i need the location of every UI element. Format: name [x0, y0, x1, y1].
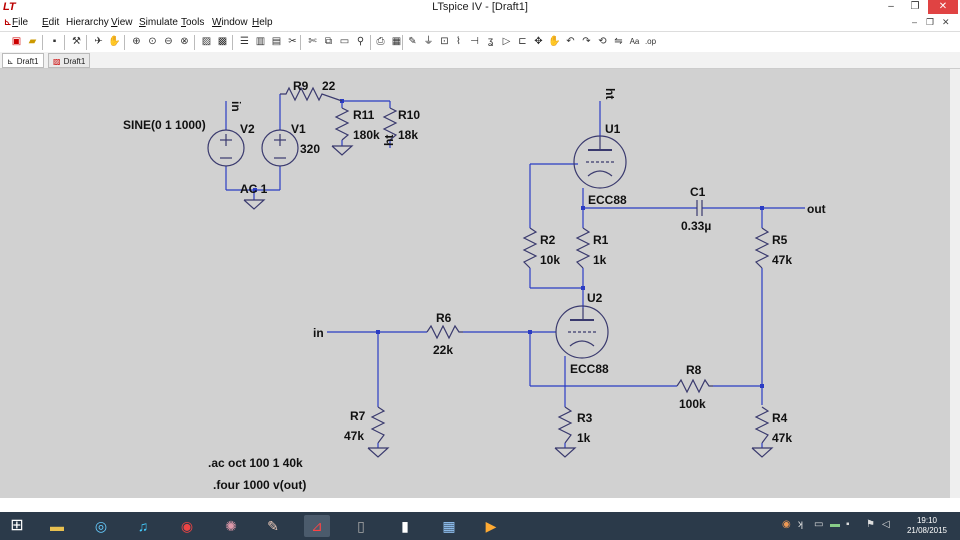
r2-label: R2 [540, 233, 556, 247]
tray-app-icon[interactable]: ◉ [782, 519, 791, 530]
junctions [253, 99, 764, 388]
video-player-icon[interactable]: ▶ [478, 515, 504, 537]
r1-value: 1k [593, 253, 607, 267]
r11-label: R11 [353, 108, 375, 122]
r2-value: 10k [540, 253, 560, 267]
r11-value: 180k [353, 128, 380, 142]
spice-directive-four[interactable]: .four 1000 v(out) [213, 478, 306, 492]
r9-value: 22 [322, 79, 336, 93]
v1-value: 320 [300, 142, 320, 156]
status-bar [0, 498, 960, 512]
schematic-drawing: in SINE(0 1 1000) V2 V1 320 AC 1 R9 22 R… [123, 79, 826, 492]
u1-label: U1 [605, 122, 621, 136]
r3-label: R3 [577, 411, 593, 425]
r5-value: 47k [772, 253, 792, 267]
network-app-icon[interactable]: ◎ [88, 515, 114, 537]
tray-volume-icon[interactable]: ◁ [882, 519, 890, 530]
r1-label: R1 [593, 233, 609, 247]
net-label-in-top: in [229, 101, 243, 112]
clock-time: 19:10 [916, 516, 938, 525]
taskbar-clock[interactable]: 19:10 21/08/2015 [904, 516, 950, 536]
notepad-icon[interactable]: ▮ [392, 515, 418, 537]
sine-source-value: SINE(0 1 1000) [123, 118, 206, 132]
r9-label: R9 [293, 79, 309, 93]
ac-analysis-value: AC 1 [240, 182, 268, 196]
tray-bluetooth-icon[interactable]: ʞ [798, 519, 803, 530]
labels: in SINE(0 1 1000) V2 V1 320 AC 1 R9 22 R… [123, 79, 826, 492]
r3-value: 1k [577, 431, 591, 445]
r6-label: R6 [436, 311, 452, 325]
start-button-windows-icon[interactable]: ⊞ [4, 515, 30, 537]
clock-date: 21/08/2015 [906, 526, 948, 535]
ltspice-taskbar-icon[interactable]: ⊿ [304, 515, 330, 537]
r4-label: R4 [772, 411, 788, 425]
calculator-icon[interactable]: ▦ [436, 515, 462, 537]
u1-model: ECC88 [588, 193, 627, 207]
file-explorer-icon[interactable]: ▬ [44, 515, 70, 537]
tray-message-icon[interactable]: ▪ [846, 519, 850, 530]
c1-value: 0.33µ [681, 219, 711, 233]
paint-icon[interactable]: ✎ [260, 515, 286, 537]
itunes-icon[interactable]: ♫ [130, 515, 156, 537]
r10-label: R10 [398, 108, 420, 122]
r6-value: 22k [433, 343, 453, 357]
r7-label: R7 [350, 409, 366, 423]
u2-triode-symbol [555, 305, 609, 359]
tray-battery-icon[interactable]: ▬ [830, 519, 840, 530]
u2-label: U2 [587, 291, 603, 305]
schematic-canvas[interactable]: in SINE(0 1 1000) V2 V1 320 AC 1 R9 22 R… [0, 69, 960, 498]
net-label-out: out [807, 202, 826, 216]
v1-label: V1 [291, 122, 306, 136]
document-app-icon[interactable]: ▯ [348, 515, 374, 537]
u2-model: ECC88 [570, 362, 609, 376]
media-app-icon[interactable]: ✺ [218, 515, 244, 537]
net-label-ht-top: ht [603, 88, 617, 99]
r8-value: 100k [679, 397, 706, 411]
r4-value: 47k [772, 431, 792, 445]
r7-value: 47k [344, 429, 364, 443]
tray-flag-icon[interactable]: ⚑ [866, 519, 875, 530]
net-label-in-mid: in [313, 326, 324, 340]
r10-value: 18k [398, 128, 418, 142]
c1-label: C1 [690, 185, 706, 199]
spice-directive-ac[interactable]: .ac oct 100 1 40k [208, 456, 303, 470]
chrome-icon[interactable]: ◉ [174, 515, 200, 537]
tray-network-icon[interactable]: ▭ [814, 519, 823, 530]
r8-label: R8 [686, 363, 702, 377]
net-label-ht-left: ht [382, 135, 396, 146]
r5-label: R5 [772, 233, 788, 247]
windows-taskbar: ⊞ ▬ ◎ ♫ ◉ ✺ ✎ ⊿ ▯ ▮ ▦ ▶ ◉ ʞ ▭ ▬ ▪ ⚑ ◁ 19… [0, 512, 960, 540]
vertical-scrollbar[interactable] [950, 69, 960, 498]
v2-label: V2 [240, 122, 255, 136]
